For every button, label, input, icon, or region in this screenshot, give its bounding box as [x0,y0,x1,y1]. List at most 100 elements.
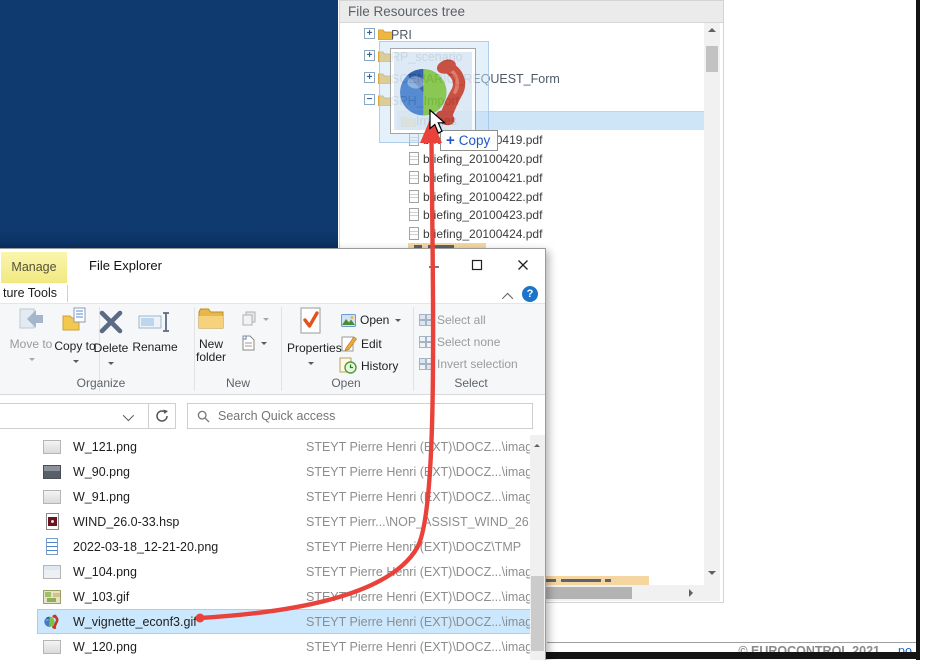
rename-icon [138,312,169,332]
file-name: W_120.png [73,640,137,654]
file-thumbnail-icon [46,513,59,530]
table-row[interactable]: 2022-03-18_12-21-20.png STEYT Pierre Hen… [0,535,529,560]
file-explorer-window: Manage File Explorer ture Tools ? Move t… [0,248,546,660]
new-item-icon [242,335,255,351]
pdf-file-icon [409,190,419,203]
invert-selection-label: Invert selection [437,357,518,371]
open-button[interactable]: Open [341,313,402,327]
ribbon-tab-manage[interactable]: Manage [1,252,67,283]
tree-file-row[interactable]: briefing_20100421.pdf [340,169,700,188]
file-list: W_121.png STEYT Pierre Henri (EXT)\DOCZ.… [0,435,545,660]
table-row[interactable]: W_120.png STEYT Pierre Henri (EXT)\DOCZ.… [0,635,545,660]
easy-access-icon [242,311,256,326]
chevron-down-icon[interactable] [122,409,135,422]
edit-icon [341,336,357,352]
file-name: W_91.png [73,490,130,504]
dropdown-caret-icon [308,362,314,366]
file-thumbnail-icon [43,440,61,454]
table-row[interactable]: W_90.png STEYT Pierre Henri (EXT)\DOCZ..… [0,460,545,485]
tree-file-label: briefing_20100424.pdf [423,227,543,241]
properties-button[interactable]: Properties [287,307,342,375]
mouse-cursor-icon [429,109,447,134]
file-thumbnail-icon [43,490,61,504]
new-folder-icon [198,308,224,329]
file-path: STEYT Pierr...\NOP_ASSIST_WIND_26.0-33 [306,515,545,529]
expand-plus-icon[interactable]: + [364,50,375,61]
tree-file-label: briefing_20100422.pdf [423,190,543,204]
close-icon [518,259,528,270]
dropdown-caret-icon [29,358,35,362]
scroll-right-icon[interactable] [689,589,693,597]
dropdown-caret-icon [73,360,79,364]
file-name: W_104.png [73,565,137,579]
move-to-icon [19,308,43,329]
scroll-down-icon[interactable] [708,571,716,575]
edit-button[interactable]: Edit [341,335,382,352]
select-all-icon [419,314,433,326]
easy-access-button[interactable] [241,311,269,327]
ribbon-group-label: Open [331,376,361,390]
tree-file-row[interactable]: briefing_20100423.pdf [340,206,700,225]
invert-selection-button[interactable]: Invert selection [419,357,518,371]
select-none-button[interactable]: Select none [419,335,500,349]
file-name: W_vignette_econf3.gif [73,615,197,629]
ribbon: Move to Copy to Delete Rename Organize N… [0,303,545,395]
new-item-button[interactable] [241,335,267,351]
select-none-icon [419,336,433,348]
ribbon-tab-picture-tools[interactable]: ture Tools [3,286,57,300]
minimize-button[interactable] [419,251,449,278]
delete-button[interactable]: Delete [87,307,135,375]
select-all-button[interactable]: Select all [419,313,486,327]
scrollbar-corner [704,585,720,601]
scroll-up-icon[interactable] [708,28,716,32]
file-thumbnail-icon [43,465,61,479]
help-button[interactable]: ? [522,286,538,302]
file-path: STEYT Pierre Henri (EXT)\DOCZ...\images [306,640,545,654]
file-name: WIND_26.0-33.hsp [73,515,180,529]
dropdown-caret-icon [263,317,269,321]
new-folder-button[interactable]: New folder [187,307,235,375]
scrollbar-thumb[interactable] [531,576,544,651]
tree-vertical-scrollbar[interactable] [704,23,720,585]
refresh-button[interactable] [149,403,176,429]
table-row[interactable]: W_103.gif STEYT Pierre Henri (EXT)\DOCZ.… [0,585,545,610]
table-row-selected[interactable]: W_vignette_econf3.gif STEYT Pierre Henri… [0,609,545,635]
refresh-icon [156,409,168,422]
search-box[interactable] [187,403,533,429]
tree-file-row[interactable]: briefing_20100424.pdf [340,225,700,244]
table-row[interactable]: W_121.png STEYT Pierre Henri (EXT)\DOCZ.… [0,435,545,460]
rename-button[interactable]: Rename [131,307,179,375]
invert-selection-icon [419,358,433,370]
scrollbar-thumb[interactable] [706,46,718,72]
move-to-button[interactable]: Move to [7,307,55,375]
address-bar[interactable] [0,403,149,429]
properties-icon [300,307,321,334]
table-row[interactable]: WIND_26.0-33.hsp STEYT Pierr...\NOP_ASSI… [0,510,545,535]
search-icon [197,410,210,422]
collapse-minus-icon[interactable]: − [364,94,375,105]
search-input[interactable] [216,408,532,424]
tree-file-row[interactable]: briefing_20100422.pdf [340,188,700,207]
file-thumbnail-icon [46,538,58,555]
maximize-button[interactable] [462,251,492,278]
hero-navy-panel [0,0,338,250]
table-row[interactable]: W_104.png STEYT Pierre Henri (EXT)\DOCZ.… [0,560,545,585]
scroll-up-icon[interactable] [534,441,540,447]
history-button[interactable]: History [339,357,398,374]
tree-file-row[interactable]: briefing_20100420.pdf [340,150,700,169]
table-row[interactable]: W_91.png STEYT Pierre Henri (EXT)\DOCZ..… [0,485,545,510]
close-button[interactable] [508,251,538,278]
tab-separator [67,285,68,302]
dropdown-caret-icon [261,341,267,345]
file-name: W_121.png [73,440,137,454]
pdf-file-icon [409,208,419,221]
open-file-icon [341,313,356,327]
explorer-vertical-scrollbar[interactable] [530,435,545,660]
pdf-file-icon [409,171,419,184]
expand-plus-icon[interactable]: + [364,72,375,83]
econf-globe-phone-icon [44,614,59,629]
tree-folder-label: PRI [391,28,412,42]
history-label: History [361,358,399,373]
file-path: STEYT Pierre Henri (EXT)\DOCZ...\images [306,465,545,479]
expand-plus-icon[interactable]: + [364,28,375,39]
